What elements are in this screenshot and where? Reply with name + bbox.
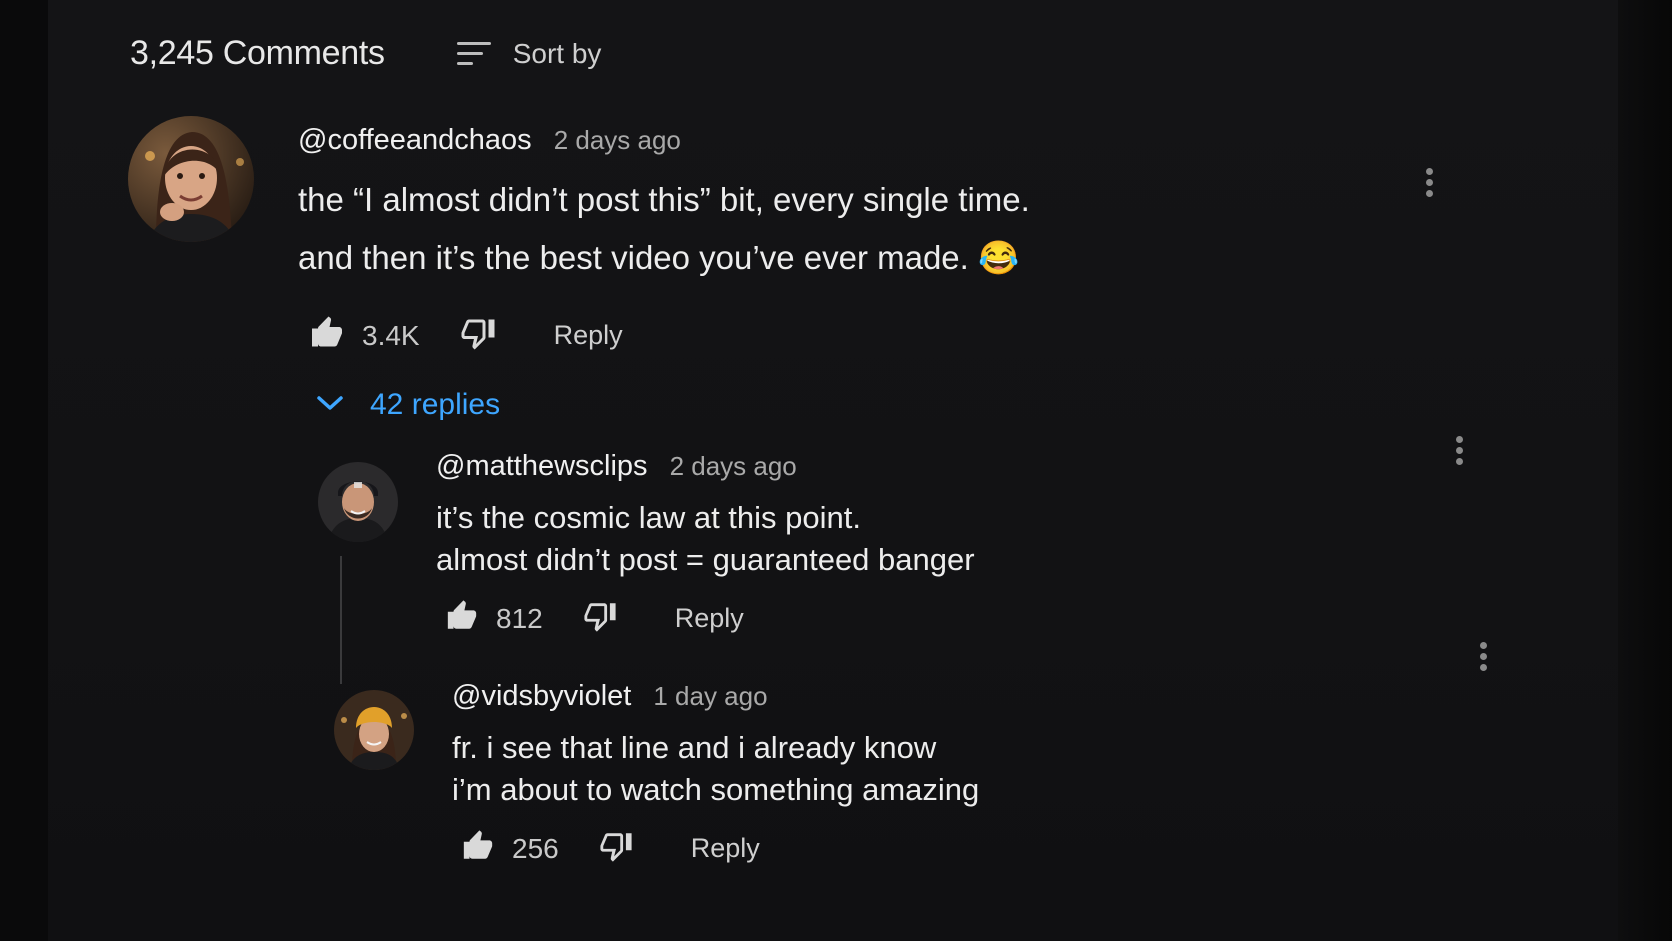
reply-vidsbyviolet: @vidsbyviolet 1 day ago fr. i see that l… [452,680,979,868]
avatar-vidsbyviolet[interactable] [334,690,414,770]
sort-by-button[interactable]: Sort by [456,37,602,70]
reply-button[interactable]: Reply [691,833,760,864]
reply-line-1: it’s the cosmic law at this point. [436,500,861,535]
reply-text: fr. i see that line and i already know i… [452,727,979,811]
reply-matthewsclips: @matthewsclips 2 days ago it’s the cosmi… [436,450,975,638]
comments-header: 3,245 Comments Sort by [130,34,601,73]
comment-line-2: and then it’s the best video you’ve ever… [298,239,1020,276]
comment-line-1: the “I almost didn’t post this” bit, eve… [298,181,1030,218]
sort-icon [456,40,491,68]
like-count: 3.4K [362,319,420,351]
comment-author[interactable]: @coffeeandchaos [298,124,532,157]
reply-line-1: fr. i see that line and i already know [452,730,937,765]
reply-actions: 256 Reply [460,829,979,868]
replies-toggle[interactable]: 42 replies [316,388,500,422]
reply-button[interactable]: Reply [554,320,623,351]
comment-count: 3,245 Comments [130,34,385,72]
like-icon[interactable] [308,315,346,356]
comment-actions: 3.4K Reply [308,315,1030,356]
reply-time: 2 days ago [669,451,797,481]
avatar-matthewsclips[interactable] [318,462,398,542]
comment-options-icon[interactable] [1426,168,1434,201]
dislike-icon[interactable] [460,315,496,356]
reply-text: it’s the cosmic law at this point. almos… [436,497,975,581]
avatar-coffeeandchaos[interactable] [128,116,254,242]
comment-coffeeandchaos: @coffeeandchaos 2 days ago the “I almost… [298,124,1030,356]
comment-text: the “I almost didn’t post this” bit, eve… [298,171,1030,287]
dislike-icon[interactable] [599,829,633,868]
sort-by-label: Sort by [512,37,602,69]
reply-meta: @matthewsclips 2 days ago [436,450,975,483]
like-count: 256 [512,832,559,864]
reply-author[interactable]: @matthewsclips [436,450,648,483]
replies-count-label: 42 replies [370,388,501,421]
like-count: 812 [496,602,543,634]
like-icon[interactable] [444,599,480,638]
reply-time: 1 day ago [653,681,768,711]
reply-meta: @vidsbyviolet 1 day ago [452,680,979,713]
chevron-down-icon [316,393,344,418]
reply-actions: 812 Reply [444,599,975,638]
dislike-icon[interactable] [583,599,617,638]
reply-author[interactable]: @vidsbyviolet [452,680,631,713]
reply-options-icon[interactable] [1456,436,1464,469]
like-icon[interactable] [460,829,496,868]
thread-line [340,556,342,684]
reply-line-2: almost didn’t post = guaranteed banger [436,542,975,577]
monitor-bezel [1618,0,1672,941]
reply-options-icon[interactable] [1480,642,1488,675]
reply-line-2: i’m about to watch something amazing [452,772,980,807]
comment-time: 2 days ago [553,125,681,155]
comment-meta: @coffeeandchaos 2 days ago [298,124,1030,157]
reply-button[interactable]: Reply [675,603,744,634]
